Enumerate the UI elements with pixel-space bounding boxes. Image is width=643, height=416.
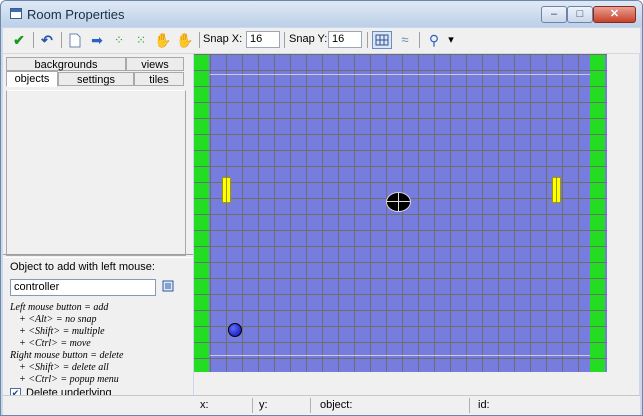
object-selector-field[interactable]: controller xyxy=(10,279,156,296)
sort-x-icon[interactable]: ✋ xyxy=(153,30,173,50)
toolbar-separator xyxy=(419,32,420,48)
toolbar-separator xyxy=(367,32,368,48)
room-properties-window: Room Properties – □ ✕ ✔ ↶ ➡ ⁘ ⁙ ✋ ✋ Snap… xyxy=(0,0,643,416)
tab-settings[interactable]: settings xyxy=(58,72,134,86)
status-separator xyxy=(310,398,311,413)
toolbar-separator xyxy=(33,32,34,48)
grid-toggle-icon[interactable] xyxy=(372,31,392,49)
close-button[interactable]: ✕ xyxy=(593,6,636,23)
window-title: Room Properties xyxy=(27,7,125,22)
maximize-button[interactable]: □ xyxy=(567,6,593,23)
status-bar: x: y: object: id: xyxy=(3,395,640,415)
status-separator xyxy=(252,398,253,413)
snap-y-label: Snap Y: xyxy=(289,33,328,45)
status-id-label: id: xyxy=(478,399,490,411)
help-line: + <Alt> = no snap xyxy=(19,314,97,325)
object-to-add-label: Object to add with left mouse: xyxy=(10,261,155,273)
sort-y-icon[interactable]: ✋ xyxy=(175,30,195,50)
object-list-area xyxy=(6,90,186,256)
object-menu-icon[interactable] xyxy=(161,280,175,294)
help-line: + <Shift> = multiple xyxy=(19,326,105,337)
zoom-dropdown-arrow[interactable]: ▾ xyxy=(444,30,458,50)
tab-views[interactable]: views xyxy=(126,57,184,71)
bottom-margin xyxy=(194,372,639,395)
top-guide-line xyxy=(210,74,590,75)
right-paddle[interactable] xyxy=(552,177,561,203)
isometric-toggle-icon[interactable]: ≈ xyxy=(395,30,415,50)
ball[interactable] xyxy=(228,323,242,337)
flip-h-icon[interactable]: ⁘ xyxy=(109,30,129,50)
panel-divider xyxy=(3,254,193,258)
zoom-magnifier-icon[interactable]: ⚲ xyxy=(424,30,444,50)
snap-y-input[interactable]: 16 xyxy=(328,31,362,48)
ok-check-icon[interactable]: ✔ xyxy=(9,30,29,50)
window-icon xyxy=(10,8,22,19)
snap-x-label: Snap X: xyxy=(203,33,243,45)
help-line: Right mouse button = delete xyxy=(10,350,124,361)
toolbar: ✔ ↶ ➡ ⁘ ⁙ ✋ ✋ Snap X: 16 Snap Y: 16 ≈ ⚲ … xyxy=(3,28,640,54)
left-wall xyxy=(194,54,209,372)
help-line: Left mouse button = add xyxy=(10,302,109,313)
status-y-label: y: xyxy=(259,399,268,411)
right-margin xyxy=(607,54,639,372)
room-canvas[interactable] xyxy=(194,54,607,372)
status-separator xyxy=(469,398,470,413)
minimize-button[interactable]: – xyxy=(541,6,567,23)
title-bar[interactable]: Room Properties – □ ✕ xyxy=(1,1,642,27)
help-line: + <Ctrl> = move xyxy=(19,338,91,349)
flip-v-icon[interactable]: ⁙ xyxy=(131,30,151,50)
left-panel: backgrounds views objects settings tiles… xyxy=(3,54,193,412)
toolbar-separator xyxy=(199,32,200,48)
help-line: + <Shift> = delete all xyxy=(19,362,109,373)
status-object-label: object: xyxy=(320,399,353,411)
shift-arrow-icon[interactable]: ➡ xyxy=(87,30,107,50)
left-paddle[interactable] xyxy=(222,177,231,203)
new-doc-icon[interactable] xyxy=(65,30,85,50)
tab-backgrounds[interactable]: backgrounds xyxy=(6,57,126,71)
tab-tiles[interactable]: tiles xyxy=(134,72,184,86)
toolbar-separator xyxy=(284,32,285,48)
center-object-marker[interactable] xyxy=(386,192,411,212)
toolbar-separator xyxy=(61,32,62,48)
tab-objects[interactable]: objects xyxy=(6,71,58,87)
bottom-guide-line xyxy=(210,355,590,356)
undo-icon[interactable]: ↶ xyxy=(37,30,57,50)
snap-x-input[interactable]: 16 xyxy=(246,31,280,48)
status-x-label: x: xyxy=(200,399,209,411)
right-wall xyxy=(590,54,605,372)
help-line: + <Ctrl> = popup menu xyxy=(19,374,119,385)
